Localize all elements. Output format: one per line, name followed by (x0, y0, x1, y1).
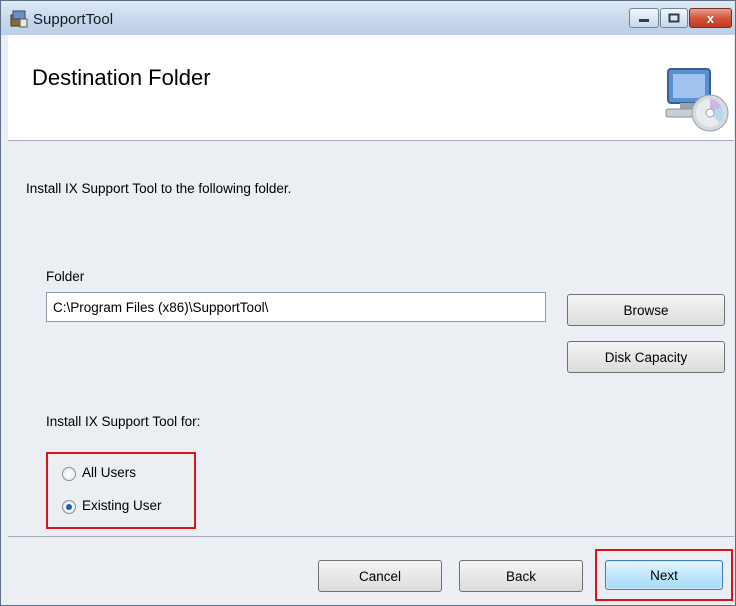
folder-path-input[interactable] (46, 292, 546, 322)
maximize-button[interactable] (660, 8, 688, 28)
existing-user-label[interactable]: Existing User (82, 498, 162, 513)
maximize-icon (668, 13, 680, 23)
intro-text: Install IX Support Tool to the following… (26, 181, 292, 196)
wizard-header: Destination Folder (8, 35, 734, 141)
minimize-button[interactable] (629, 8, 659, 28)
cancel-button-label: Cancel (358, 568, 402, 584)
close-icon: x (706, 10, 715, 26)
back-button-label: Back (505, 568, 536, 584)
disk-capacity-button-label: Disk Capacity (604, 349, 688, 365)
next-highlight-box: Next (595, 549, 733, 601)
cancel-button[interactable]: Cancel (318, 560, 442, 592)
computer-disc-icon (665, 68, 729, 132)
wizard-footer: Cancel Back Next (8, 536, 734, 605)
next-button-label: Next (650, 567, 678, 583)
existing-user-radio[interactable] (62, 500, 76, 514)
page-title: Destination Folder (32, 65, 211, 90)
next-button[interactable]: Next (605, 560, 723, 590)
title-bar[interactable]: SupportTool x (1, 1, 735, 35)
installer-app-icon (10, 10, 28, 28)
wizard-content: Install IX Support Tool to the following… (8, 141, 734, 536)
browse-button-label: Browse (623, 302, 669, 318)
user-scope-radio-group: All Users Existing User (46, 452, 196, 529)
minimize-icon (639, 19, 649, 22)
install-for-label: Install IX Support Tool for: (46, 414, 201, 429)
close-button[interactable]: x (689, 8, 732, 28)
all-users-label[interactable]: All Users (82, 465, 136, 480)
disk-capacity-button[interactable]: Disk Capacity (567, 341, 725, 373)
folder-label: Folder (46, 269, 85, 284)
back-button[interactable]: Back (459, 560, 583, 592)
window-title: SupportTool (33, 11, 114, 28)
browse-button[interactable]: Browse (567, 294, 725, 326)
all-users-radio[interactable] (62, 467, 76, 481)
